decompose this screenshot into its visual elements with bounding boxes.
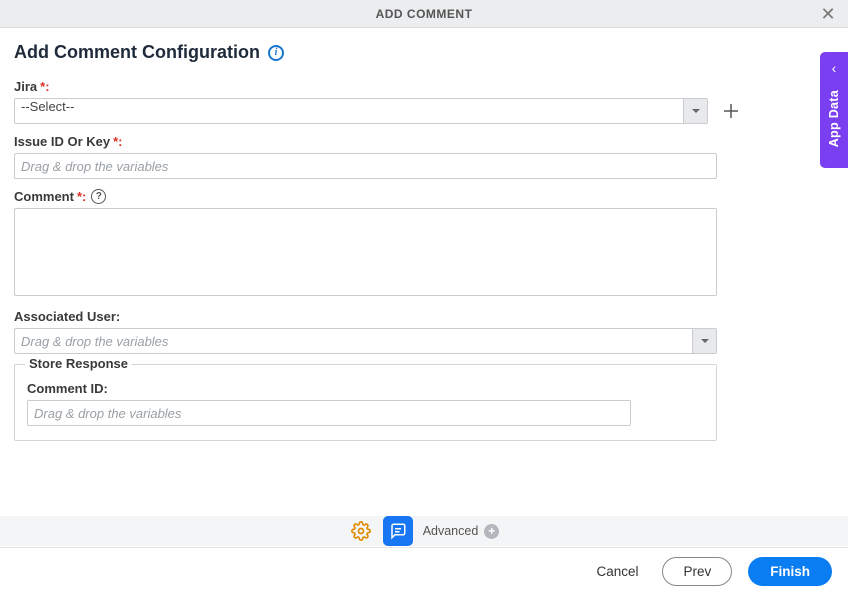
chevron-left-icon: ‹ bbox=[832, 60, 837, 76]
close-button[interactable]: ✕ bbox=[814, 0, 842, 28]
modal-footer: Cancel Prev Finish bbox=[0, 547, 848, 595]
store-response-fieldset: Store Response Comment ID: bbox=[14, 364, 717, 441]
prev-button[interactable]: Prev bbox=[662, 557, 732, 586]
store-response-legend: Store Response bbox=[25, 356, 132, 371]
comment-label-row: Comment *: ? bbox=[14, 189, 834, 204]
field-jira: Jira *: --Select-- bbox=[14, 79, 834, 124]
advanced-label: Advanced bbox=[423, 524, 479, 538]
associated-user-label: Associated User: bbox=[14, 309, 120, 324]
issue-label-row: Issue ID Or Key *: bbox=[14, 134, 834, 149]
comment-textarea[interactable] bbox=[14, 208, 717, 296]
jira-selected-text: --Select-- bbox=[15, 99, 683, 123]
associated-user-input[interactable] bbox=[15, 329, 692, 353]
page-title-row: Add Comment Configuration i bbox=[14, 42, 834, 63]
app-data-side-tab[interactable]: ‹ App Data bbox=[820, 52, 848, 168]
issue-input-wrap bbox=[14, 153, 717, 179]
close-icon: ✕ bbox=[820, 4, 835, 25]
comments-toggle-button[interactable] bbox=[383, 516, 413, 546]
chevron-down-icon bbox=[692, 109, 700, 113]
field-issue-id: Issue ID Or Key *: bbox=[14, 134, 834, 179]
chevron-down-icon bbox=[701, 339, 709, 343]
finish-button[interactable]: Finish bbox=[748, 557, 832, 586]
cancel-button[interactable]: Cancel bbox=[588, 558, 646, 585]
advanced-toggle[interactable]: Advanced + bbox=[423, 524, 500, 539]
issue-input[interactable] bbox=[15, 154, 716, 178]
jira-label: Jira bbox=[14, 79, 37, 94]
plus-circle-icon: + bbox=[484, 524, 499, 539]
jira-dropdown-button[interactable] bbox=[683, 99, 707, 123]
help-icon[interactable]: ? bbox=[91, 189, 106, 204]
field-associated-user: Associated User: bbox=[14, 309, 834, 354]
comment-label: Comment bbox=[14, 189, 74, 204]
issue-required: *: bbox=[113, 134, 122, 149]
jira-input-row: --Select-- bbox=[14, 98, 744, 124]
plus-icon bbox=[722, 102, 740, 120]
comment-required: *: bbox=[77, 189, 86, 204]
issue-label: Issue ID Or Key bbox=[14, 134, 110, 149]
comment-id-input[interactable] bbox=[28, 401, 630, 425]
comment-id-label-row: Comment ID: bbox=[27, 381, 704, 396]
comment-id-input-wrap bbox=[27, 400, 631, 426]
page-title: Add Comment Configuration bbox=[14, 42, 260, 63]
settings-button[interactable] bbox=[349, 519, 373, 543]
jira-required: *: bbox=[40, 79, 49, 94]
jira-select[interactable]: --Select-- bbox=[14, 98, 708, 124]
modal-header: ADD COMMENT ✕ bbox=[0, 0, 848, 28]
associated-user-label-row: Associated User: bbox=[14, 309, 834, 324]
add-jira-connection-button[interactable] bbox=[718, 98, 744, 124]
info-icon[interactable]: i bbox=[268, 45, 284, 61]
comment-icon bbox=[389, 522, 407, 540]
utility-bar: Advanced + bbox=[0, 516, 848, 546]
associated-user-select[interactable] bbox=[14, 328, 717, 354]
modal-title: ADD COMMENT bbox=[376, 7, 473, 21]
comment-id-label: Comment ID: bbox=[27, 381, 108, 396]
gear-icon bbox=[351, 521, 371, 541]
field-comment: Comment *: ? bbox=[14, 189, 834, 299]
associated-user-dropdown-button[interactable] bbox=[692, 329, 716, 353]
jira-label-row: Jira *: bbox=[14, 79, 834, 94]
side-tab-label: App Data bbox=[827, 90, 841, 147]
content-area: Add Comment Configuration i Jira *: --Se… bbox=[0, 28, 848, 441]
